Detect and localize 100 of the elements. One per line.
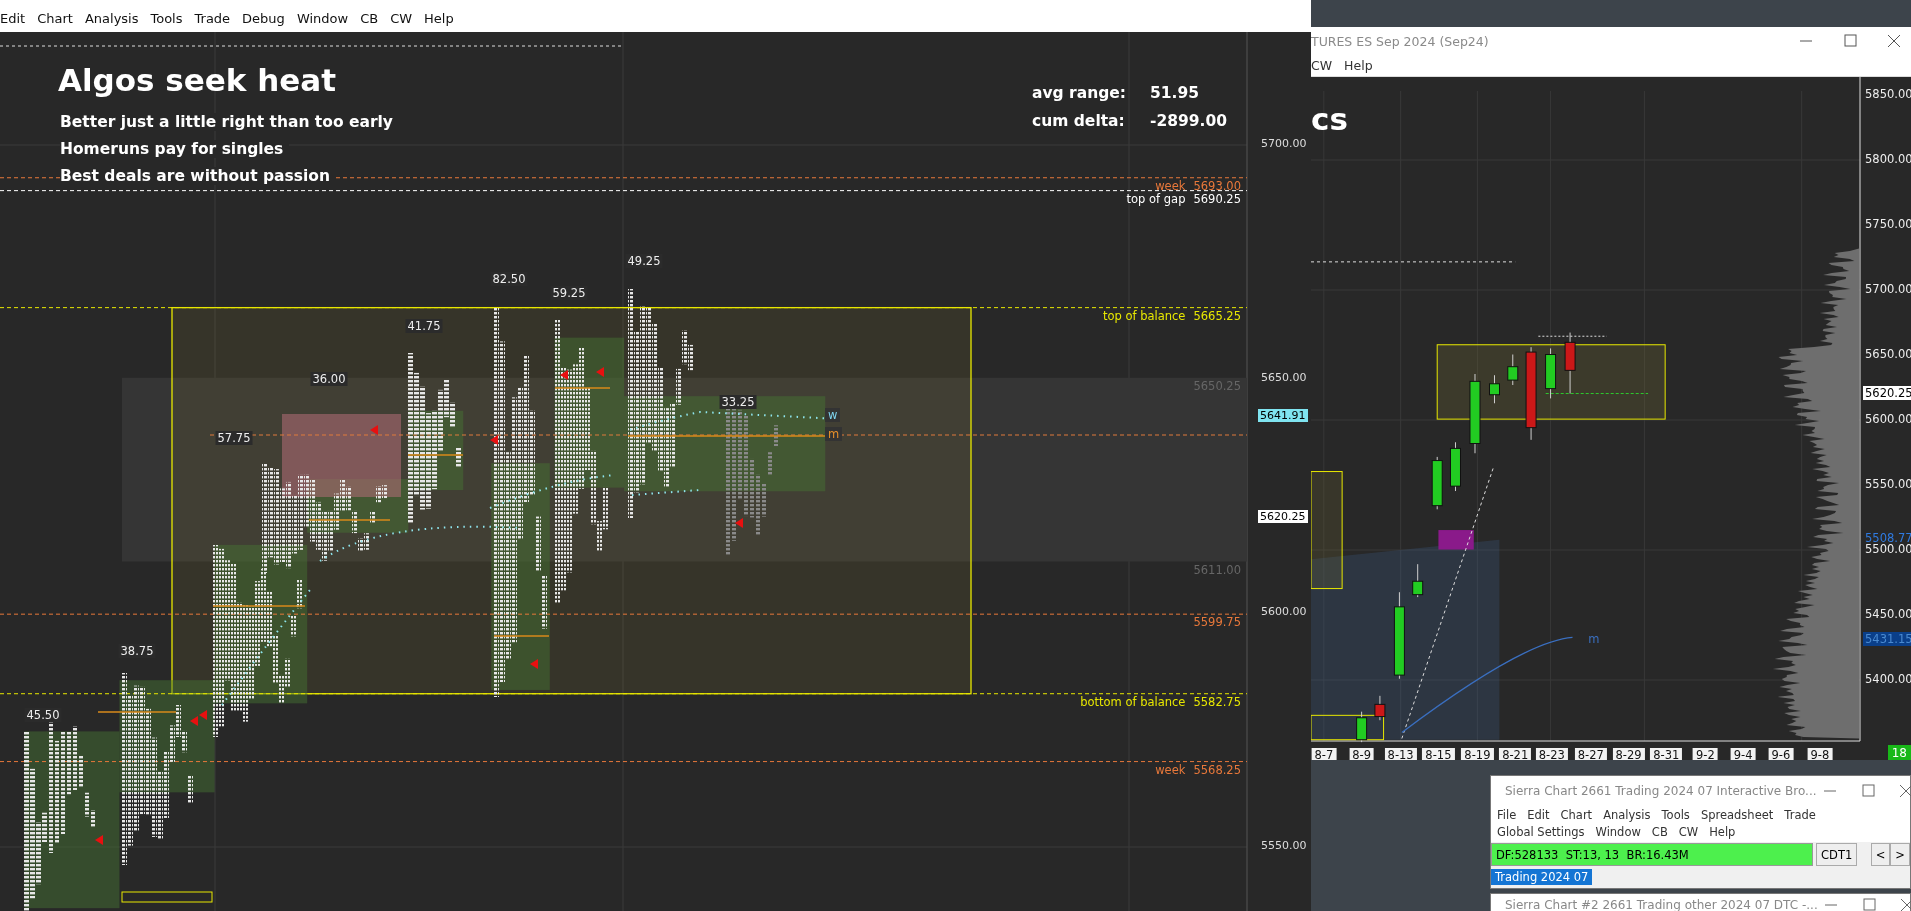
axis-label: 5650.00 [1865,347,1911,361]
range-label: 49.25 [625,254,663,268]
close-icon[interactable] [1898,784,1911,798]
va-tag: m [825,427,843,441]
window-title: Sierra Chart #2 2661 Trading other 2024 07 DTC -... [1505,898,1818,911]
date-label: 8-19 [1461,748,1494,760]
menu-item[interactable]: Help [1344,58,1373,73]
stat-value: 51.95 [1150,84,1200,102]
triangle-marker [490,435,498,445]
range-label: 41.75 [405,319,443,333]
level-label: week [1155,762,1186,777]
axis-label: 5500.00 [1865,542,1911,556]
menu-item[interactable]: CW [386,11,421,26]
note-text: Homeruns pay for singles [60,140,290,158]
close-icon[interactable] [1899,898,1911,911]
axis-label: 5550.00 [1865,477,1911,491]
zone-block [1438,530,1474,550]
level-price: 5693.00 [1193,178,1241,193]
status-bar: DF:528133 ST:13, 13 BR:16.43M [1491,843,1813,866]
maximize-icon[interactable] [1861,898,1876,911]
level-price: 5582.75 [1193,694,1241,709]
window-title: Sierra Chart 2661 Trading 2024 07 Interactive Bro... [1505,784,1817,798]
candlestick [1450,441,1461,492]
level-label: week [1155,178,1186,193]
date-label: 8-27 [1574,748,1607,760]
level-price: 5599.75 [1193,615,1241,630]
candlestick [1564,332,1576,394]
menu-item[interactable]: Chart [33,11,81,26]
menu-item[interactable]: Trade [1784,808,1816,822]
menu-item[interactable]: Tools [146,11,191,26]
window-title: TURES ES Sep 2024 (Sep24) [1311,33,1489,49]
tab[interactable]: Trading 2024 07 [1491,869,1593,885]
price-marker: 5641.91 [1258,408,1308,422]
range-label: 36.00 [310,372,348,386]
menu-item[interactable]: Global Settings [1497,825,1585,839]
menu-item[interactable]: Tools [1661,808,1690,822]
menu-item[interactable]: Edit [0,11,34,26]
maximize-icon[interactable] [1860,784,1875,798]
date-label: 9-6 [1768,748,1794,760]
menu-item[interactable]: CW [1311,58,1333,73]
axis-label: 5450.00 [1865,607,1911,621]
candlestick [1545,347,1557,399]
level-price: 5611.00 [1193,562,1241,577]
level-price: 5690.25 [1193,191,1241,206]
range-label: 57.75 [215,431,253,445]
close-icon[interactable] [1887,34,1901,48]
menu-item[interactable]: CW [1678,825,1699,839]
menu-item[interactable]: Window [1595,825,1641,839]
va-tag: w [825,408,841,422]
axis-label: 5600.00 [1865,412,1911,426]
poc-line [493,635,550,637]
menu-item[interactable]: CB [356,11,387,26]
date-label: 8-23 [1535,748,1568,760]
nav-button[interactable]: > [1890,843,1910,866]
range-label: 82.50 [490,272,528,286]
candlestick [1356,711,1368,743]
range-label: 33.25 [719,395,757,409]
menu-item[interactable]: Trade [190,11,239,26]
heading-fragment: cs [1311,101,1348,137]
chart-heading: Algos seek heat [58,62,337,98]
nav-button[interactable]: < [1870,843,1891,866]
candlestick [1374,695,1386,721]
menu-item[interactable]: Help [1709,825,1736,839]
level-price: 5665.25 [1193,308,1241,323]
menu-item[interactable]: Debug [238,11,293,26]
poc-line [554,387,611,389]
axis-label: 5700.00 [1865,282,1911,296]
menu-item[interactable]: CB [1651,825,1668,839]
maximize-icon[interactable] [1843,34,1857,48]
menu-item[interactable]: Chart [1560,808,1593,822]
date-label: 8-9 [1349,748,1374,760]
triangle-marker [530,659,538,669]
dotted-curve [631,489,701,496]
date-label: 8-31 [1650,748,1683,760]
candlestick [1489,374,1500,404]
triangle-marker [735,518,743,528]
axis-label: 5550.00 [1261,839,1307,852]
menu-item[interactable]: Analysis [1603,808,1651,822]
menu-item[interactable]: Help [420,11,462,26]
price-marker: 5431.15 [1863,631,1911,646]
menu-item[interactable]: Analysis [80,11,147,26]
date-label: 9-2 [1693,748,1718,760]
triangle-marker [370,425,378,435]
note-text: Best deals are without passion [60,167,336,185]
date-label: 8-21 [1499,748,1532,760]
menu-item[interactable]: File [1497,808,1517,822]
dashed-line [1537,335,1608,337]
stat-label: avg range: [1032,84,1126,102]
level-label: top of gap [1126,191,1186,206]
triangle-marker [560,370,568,380]
menu-item[interactable]: Edit [1527,808,1550,822]
stat-label: cum delta: [1032,112,1125,130]
menu-item[interactable]: Spreadsheet [1700,808,1774,822]
candlestick [1507,354,1519,386]
menu-item[interactable]: Window [292,11,357,26]
triangle-marker [596,367,604,377]
time-zone-button[interactable]: CDT1 [1816,843,1858,866]
price-marker: 5620.25 [1863,385,1911,400]
stat-value: -2899.00 [1150,112,1228,130]
triangle-marker [95,835,103,845]
